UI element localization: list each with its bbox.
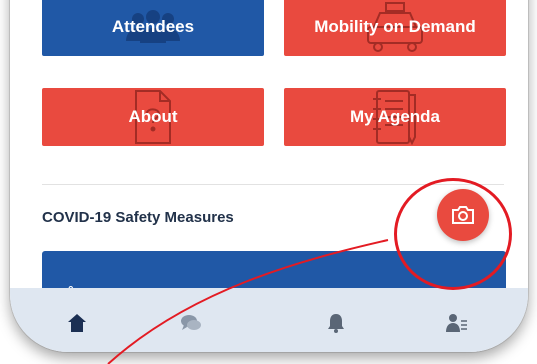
mobility-on-demand-label: Mobility on Demand (314, 17, 476, 36)
about-label: About (128, 107, 178, 126)
attendees-label: Attendees (111, 17, 195, 36)
my-agenda-label: My Agenda (349, 107, 441, 126)
annotation-pointer-line (107, 239, 389, 364)
